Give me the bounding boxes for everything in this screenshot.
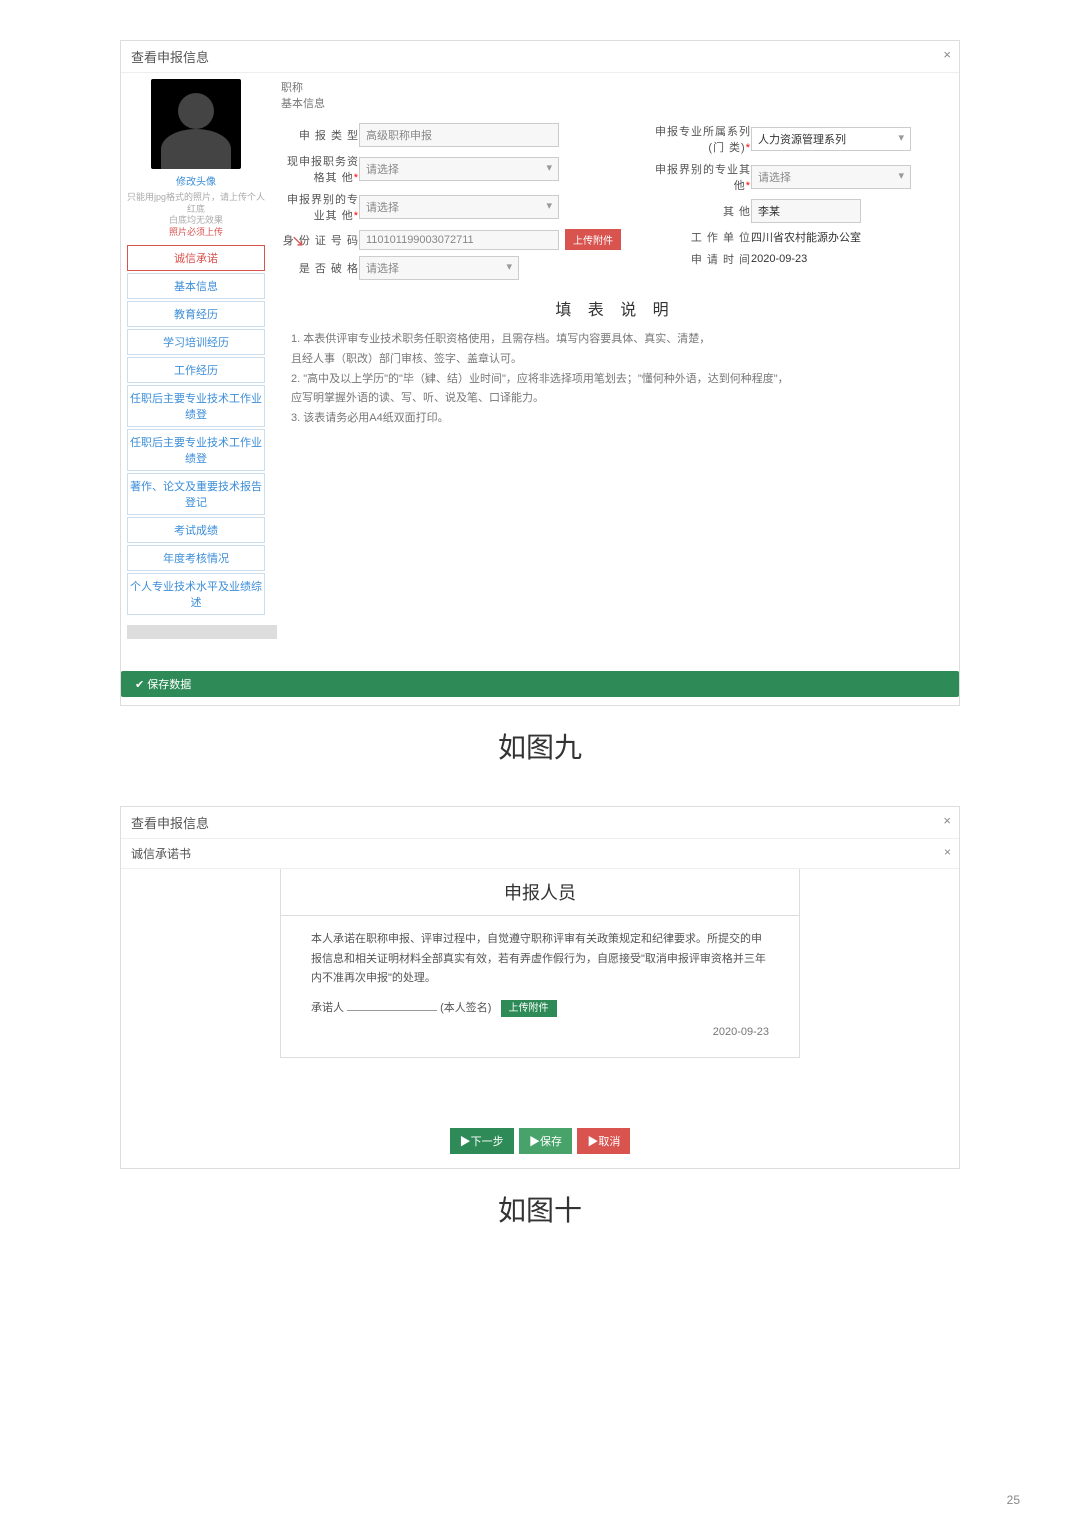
nav-item-exam[interactable]: 考试成绩 bbox=[127, 517, 265, 543]
avatar-hint: 只能用jpg格式的照片，请上传个人红底 白底均无效果 照片必须上传 bbox=[127, 192, 265, 239]
modal-view-application: 查看申报信息 × 修改头像 只能用jpg格式的照片，请上传个人红底 白底均无效果… bbox=[120, 40, 960, 706]
upload-attachment-button[interactable]: 上传附件 bbox=[565, 229, 621, 250]
nav-item-work[interactable]: 工作经历 bbox=[127, 357, 265, 383]
instructions-body: 1. 本表供评审专业技术职务任职资格使用，且需存档。填写内容要具体、真实、清楚，… bbox=[281, 330, 949, 429]
upload-signature-button[interactable]: 上传附件 bbox=[501, 1000, 557, 1017]
label-other: 其 他 bbox=[651, 203, 751, 219]
modal-title: 查看申报信息 bbox=[131, 50, 209, 65]
avatar bbox=[151, 79, 241, 169]
modal-title-bar: 查看申报信息 × bbox=[121, 41, 959, 73]
sub-title: 诚信承诺书 bbox=[131, 847, 191, 861]
sidebar: 修改头像 只能用jpg格式的照片，请上传个人红底 白底均无效果 照片必须上传 诚… bbox=[121, 73, 271, 655]
nav-item-papers[interactable]: 著作、论文及重要技术报告登记 bbox=[127, 473, 265, 515]
letter-text: 本人承诺在职称申报、评审过程中，自觉遵守职称评审有关政策规定和纪律要求。所提交的… bbox=[311, 930, 769, 989]
commitment-letter: 申报人员 本人承诺在职称申报、评审过程中，自觉遵守职称评审有关政策规定和纪律要求… bbox=[280, 869, 800, 1058]
nav-item-edu[interactable]: 教育经历 bbox=[127, 301, 265, 327]
letter-body: 本人承诺在职称申报、评审过程中，自觉遵守职称评审有关政策规定和纪律要求。所提交的… bbox=[281, 915, 799, 1057]
page-number: 25 bbox=[1007, 1493, 1020, 1507]
close-icon[interactable]: × bbox=[943, 47, 951, 62]
label-unit: 工 作 单 位 bbox=[651, 229, 751, 245]
select-series[interactable]: 人力资源管理系列 bbox=[751, 127, 911, 151]
value-unit: 四川省农村能源办公室 bbox=[751, 229, 861, 245]
close-icon[interactable]: × bbox=[944, 845, 951, 859]
label-break: 是 否 破 格 bbox=[281, 260, 359, 276]
label-qual-other: 现申报职务资格其 他* bbox=[281, 153, 359, 185]
select-major2[interactable]: 请选择 bbox=[751, 165, 911, 189]
nav-item-summary[interactable]: 个人专业技术水平及业绩综述 bbox=[127, 573, 265, 615]
label-major-other: 申报界别的专业其 他* bbox=[281, 191, 359, 223]
modal-commitment: 查看申报信息 × 诚信承诺书 × 申报人员 本人承诺在职称申报、评审过程中，自觉… bbox=[120, 806, 960, 1169]
tab-basic[interactable]: 基本信息 bbox=[281, 98, 325, 110]
save-button[interactable]: 保存数据 bbox=[121, 671, 959, 697]
gray-bar bbox=[127, 625, 277, 639]
save-button-2[interactable]: ▶保存 bbox=[519, 1128, 572, 1154]
select-break[interactable]: 请选择 bbox=[359, 256, 519, 280]
instructions-title: 填 表 说 明 bbox=[281, 296, 949, 320]
cancel-button[interactable]: ▶取消 bbox=[577, 1128, 630, 1154]
close-icon[interactable]: × bbox=[943, 813, 951, 828]
sig-paren: (本人签名) bbox=[440, 1002, 491, 1014]
tab-title[interactable]: 职称 bbox=[281, 82, 303, 94]
modal2-title: 查看申报信息 bbox=[131, 816, 209, 831]
field-type[interactable]: 高级职称申报 bbox=[359, 123, 559, 147]
change-avatar-link[interactable]: 修改头像 bbox=[127, 173, 265, 188]
label-major2: 申报界别的专业其 他* bbox=[651, 161, 751, 193]
label-type: 申 报 类 型 bbox=[281, 127, 359, 143]
letter-date: 2020-09-23 bbox=[311, 1023, 769, 1043]
value-date: 2020-09-23 bbox=[751, 253, 807, 265]
figure-caption-9: 如图九 bbox=[120, 726, 960, 766]
tab-strip: 职称 基本信息 bbox=[281, 79, 949, 111]
label-series: 申报专业所属系列(门 类)* bbox=[651, 123, 751, 155]
field-other[interactable]: 李某 bbox=[751, 199, 861, 223]
applicant-heading: 申报人员 bbox=[281, 869, 799, 915]
next-button[interactable]: ▶下一步 bbox=[450, 1128, 514, 1154]
figure-caption-10: 如图十 bbox=[120, 1189, 960, 1229]
nav-item-annual[interactable]: 年度考核情况 bbox=[127, 545, 265, 571]
nav-item-training[interactable]: 学习培训经历 bbox=[127, 329, 265, 355]
sig-label: 承诺人 bbox=[311, 1002, 344, 1014]
modal2-title-bar: 查看申报信息 × bbox=[121, 807, 959, 839]
sub-title-bar: 诚信承诺书 × bbox=[121, 839, 959, 869]
label-date: 申 请 时 间 bbox=[651, 251, 751, 267]
nav-item-basic[interactable]: 基本信息 bbox=[127, 273, 265, 299]
field-id[interactable]: 110101199003072711 bbox=[359, 230, 559, 250]
main-form: 职称 基本信息 申 报 类 型 高级职称申报 现申报职务资格其 他* 请选择 bbox=[271, 73, 959, 655]
nav-item-achv1[interactable]: 任职后主要专业技术工作业绩登 bbox=[127, 385, 265, 427]
nav-item-commitment[interactable]: 诚信承诺 bbox=[127, 245, 265, 271]
select-qual-other[interactable]: 请选择 bbox=[359, 157, 559, 181]
select-major-other[interactable]: 请选择 bbox=[359, 195, 559, 219]
button-bar: ▶下一步 ▶保存 ▶取消 bbox=[121, 1128, 959, 1154]
annotation-arrow-icon: ↘ bbox=[291, 231, 304, 251]
sig-underline bbox=[347, 1010, 437, 1011]
nav-item-achv2[interactable]: 任职后主要专业技术工作业绩登 bbox=[127, 429, 265, 471]
nav-list: 诚信承诺 基本信息 教育经历 学习培训经历 工作经历 任职后主要专业技术工作业绩… bbox=[127, 245, 265, 615]
